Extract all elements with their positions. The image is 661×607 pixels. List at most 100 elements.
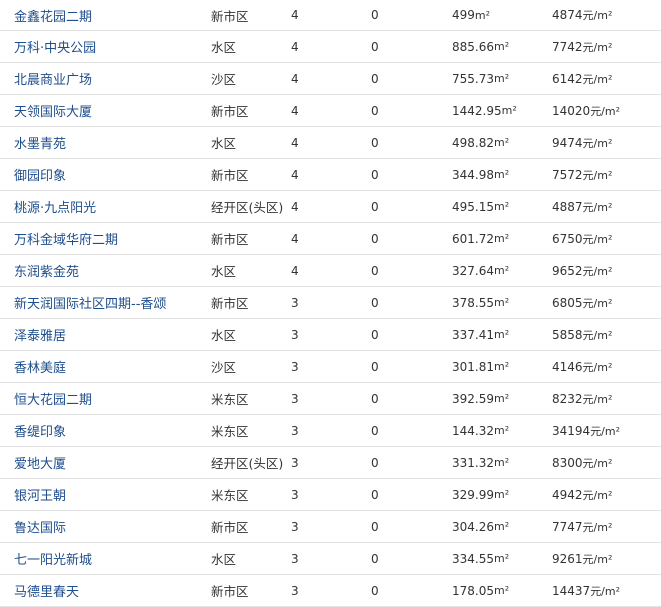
project-name-link[interactable]: 香缇印象 — [14, 415, 66, 446]
price-unit: 元/m² — [590, 424, 621, 438]
price-unit: 元/m² — [582, 9, 613, 22]
district-cell: 水区 — [211, 552, 237, 567]
project-name-link[interactable]: 香林美庭 — [14, 351, 66, 382]
price-cell: 4146 元/m² — [552, 351, 612, 382]
district-cell: 米东区 — [211, 424, 249, 439]
area-size-value: 885.66 — [452, 39, 494, 54]
area-size-cell: 498.82 m² — [452, 127, 509, 158]
area-size-cell: 144.32 m² — [452, 415, 509, 446]
area-size-unit: m² — [494, 168, 510, 181]
count-cell: 3 — [291, 327, 299, 342]
project-name-link[interactable]: 鲁达国际 — [14, 511, 66, 542]
price-cell: 9261 元/m² — [552, 543, 612, 574]
price-cell: 34194 元/m² — [552, 415, 620, 446]
area-size-value: 301.81 — [452, 359, 494, 374]
district-cell: 新市区 — [211, 168, 249, 183]
price-value: 6805 — [552, 295, 583, 310]
price-value: 4942 — [552, 487, 583, 502]
project-name-link[interactable]: 水墨青苑 — [14, 127, 66, 158]
price-unit: 元/m² — [582, 200, 613, 214]
price-unit: 元/m² — [582, 392, 613, 406]
table-row: 香缇印象 米东区 3 0 144.32 m² 34194 元/m² — [0, 415, 661, 447]
table-row: 北晨商业广场 沙区 4 0 755.73 m² 6142 元/m² — [0, 63, 661, 95]
area-size-cell: 378.55 m² — [452, 287, 509, 318]
price-cell: 5858 元/m² — [552, 319, 612, 350]
count-cell: 3 — [291, 295, 299, 310]
price-unit: 元/m² — [582, 72, 613, 86]
table-row: 恒大花园二期 米东区 3 0 392.59 m² 8232 元/m² — [0, 383, 661, 415]
area-size-unit: m² — [494, 392, 510, 405]
area-size-value: 499 — [452, 8, 475, 22]
price-unit: 元/m² — [582, 232, 613, 246]
project-name-link[interactable]: 新天润国际社区四期--香颂 — [14, 287, 166, 318]
project-name-link[interactable]: 泽泰雅居 — [14, 319, 66, 350]
area-size-unit: m² — [474, 8, 491, 22]
zero-cell: 0 — [371, 135, 379, 150]
district-cell: 沙区 — [211, 360, 237, 375]
zero-cell: 0 — [371, 583, 379, 598]
area-size-cell: 755.73 m² — [452, 63, 509, 94]
price-cell: 8300 元/m² — [552, 447, 612, 478]
price-unit: 元/m² — [582, 456, 613, 470]
price-cell: 6805 元/m² — [552, 287, 612, 318]
area-size-unit: m² — [494, 456, 510, 469]
area-size-unit: m² — [494, 488, 510, 501]
district-cell: 新市区 — [211, 520, 249, 535]
area-size-value: 495.15 — [452, 199, 494, 214]
area-size-value: 329.99 — [452, 487, 494, 502]
price-value: 4146 — [552, 359, 583, 374]
price-value: 7742 — [552, 39, 583, 54]
price-value: 9261 — [552, 551, 583, 566]
price-cell: 7747 元/m² — [552, 511, 612, 542]
zero-cell: 0 — [371, 167, 379, 182]
district-cell: 新市区 — [211, 104, 249, 119]
project-name-link[interactable]: 马德里春天 — [14, 575, 79, 606]
price-cell: 7742 元/m² — [552, 31, 612, 62]
area-size-unit: m² — [494, 136, 510, 149]
price-cell: 14437 元/m² — [552, 575, 620, 606]
area-size-unit: m² — [494, 40, 510, 53]
project-name-link[interactable]: 御园印象 — [14, 159, 66, 190]
count-cell: 4 — [291, 135, 299, 150]
project-name-link[interactable]: 银河王朝 — [14, 479, 66, 510]
price-cell: 6750 元/m² — [552, 223, 612, 254]
project-name-link[interactable]: 爱地大厦 — [14, 447, 66, 478]
project-name-link[interactable]: 万科·中央公园 — [14, 31, 96, 62]
project-name-link[interactable]: 恒大花园二期 — [14, 383, 92, 414]
listing-table: 金鑫花园二期 新市区 4 0 499 m² 4874 元/m² 万科·中央公园 水区… — [0, 0, 661, 607]
price-value: 4887 — [552, 199, 583, 214]
price-value: 4874 — [552, 8, 583, 22]
area-size-cell: 885.66 m² — [452, 31, 509, 62]
count-cell: 4 — [291, 71, 299, 86]
count-cell: 3 — [291, 359, 299, 374]
zero-cell: 0 — [371, 551, 379, 566]
count-cell: 3 — [291, 551, 299, 566]
project-name-link[interactable]: 北晨商业广场 — [14, 63, 92, 94]
area-size-unit: m² — [494, 72, 510, 85]
area-size-unit: m² — [494, 328, 510, 341]
project-name-link[interactable]: 万科金域华府二期 — [14, 223, 118, 254]
area-size-cell: 499 m² — [452, 0, 490, 30]
area-size-value: 304.26 — [452, 519, 494, 534]
zero-cell: 0 — [371, 71, 379, 86]
project-name-link[interactable]: 七一阳光新城 — [14, 543, 92, 574]
area-size-unit: m² — [494, 264, 510, 277]
price-value: 7572 — [552, 167, 583, 182]
price-value: 9652 — [552, 263, 583, 278]
area-size-cell: 178.05 m² — [452, 575, 509, 606]
price-unit: 元/m² — [582, 328, 613, 342]
project-name-link[interactable]: 东润紫金苑 — [14, 255, 79, 286]
district-cell: 新市区 — [211, 296, 249, 311]
zero-cell: 0 — [371, 487, 379, 502]
count-cell: 4 — [291, 167, 299, 182]
area-size-unit: m² — [494, 200, 510, 213]
zero-cell: 0 — [371, 519, 379, 534]
area-size-cell: 331.32 m² — [452, 447, 509, 478]
table-row: 东润紫金苑 水区 4 0 327.64 m² 9652 元/m² — [0, 255, 661, 287]
project-name-link[interactable]: 金鑫花园二期 — [14, 0, 92, 30]
project-name-link[interactable]: 桃源·九点阳光 — [14, 191, 96, 222]
area-size-value: 378.55 — [452, 295, 494, 310]
count-cell: 3 — [291, 391, 299, 406]
table-row: 香林美庭 沙区 3 0 301.81 m² 4146 元/m² — [0, 351, 661, 383]
project-name-link[interactable]: 天领国际大厦 — [14, 95, 92, 126]
